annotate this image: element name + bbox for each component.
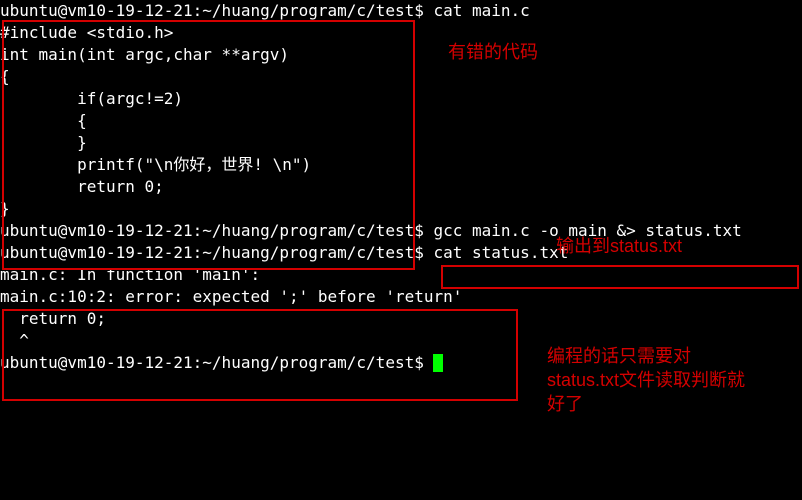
- annotation-box-status: [2, 309, 518, 401]
- terminal-line: ubuntu@vm10-19-12-21:~/huang/program/c/t…: [0, 0, 802, 22]
- annotation-label-status: 编程的话只需要对 status.txt文件读取判断就 好了: [547, 344, 745, 416]
- command-text: cat status.txt: [433, 243, 568, 262]
- error-line: main.c:10:2: error: expected ';' before …: [0, 286, 802, 308]
- terminal-window: ubuntu@vm10-19-12-21:~/huang/program/c/t…: [0, 0, 802, 500]
- shell-prompt: ubuntu@vm10-19-12-21:~/huang/program/c/t…: [0, 1, 433, 20]
- annotation-box-gcc: [441, 265, 799, 289]
- command-text: cat main.c: [433, 1, 529, 20]
- annotation-label-gcc: 输出到status.txt: [556, 234, 682, 258]
- annotation-box-code: [2, 20, 415, 270]
- annotation-label-code: 有错的代码: [448, 40, 538, 64]
